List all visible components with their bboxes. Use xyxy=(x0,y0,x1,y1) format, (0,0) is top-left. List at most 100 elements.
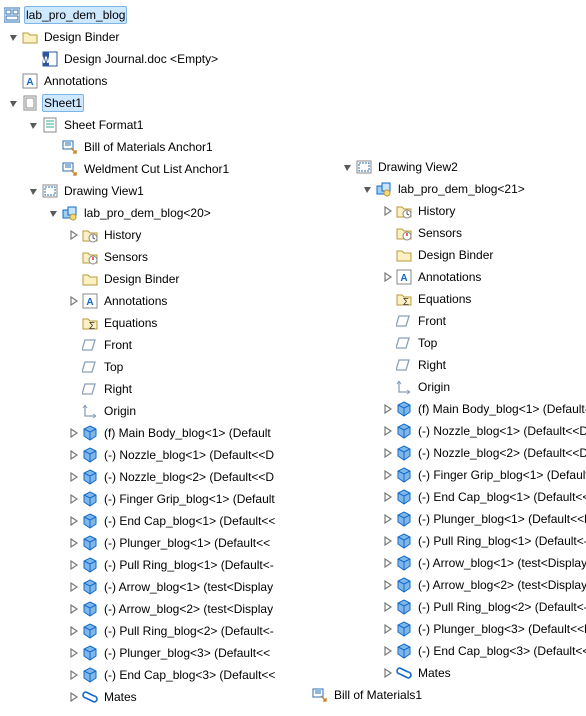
expander-icon[interactable] xyxy=(382,535,394,547)
expander-icon[interactable] xyxy=(68,427,80,439)
expander-icon[interactable] xyxy=(68,559,80,571)
folder-icon xyxy=(22,29,38,45)
assembly-node[interactable]: lab_pro_dem_blog<20> xyxy=(4,202,334,224)
part-icon xyxy=(82,557,98,573)
history-node[interactable]: History xyxy=(342,200,582,222)
part-node[interactable]: (-) Pull Ring_blog<1> (Default<- xyxy=(4,554,334,576)
top-plane-node[interactable]: Top xyxy=(4,356,334,378)
expander-icon[interactable] xyxy=(382,623,394,635)
part-node[interactable]: (-) Finger Grip_blog<1> (Default xyxy=(342,464,582,486)
expander-icon[interactable] xyxy=(382,469,394,481)
bom-node[interactable]: Bill of Materials1 xyxy=(312,684,582,706)
expander-icon[interactable] xyxy=(68,515,80,527)
expander-icon[interactable] xyxy=(382,579,394,591)
front-plane-node[interactable]: Front xyxy=(342,310,582,332)
expander-icon[interactable] xyxy=(68,691,80,703)
expander-icon[interactable] xyxy=(68,603,80,615)
bom-anchor-node[interactable]: Bill of Materials Anchor1 xyxy=(4,136,334,158)
expander-icon[interactable] xyxy=(382,205,394,217)
expander-icon[interactable] xyxy=(362,183,374,195)
sensors-node[interactable]: Sensors xyxy=(4,246,334,268)
expander-icon[interactable] xyxy=(382,447,394,459)
right-plane-node[interactable]: Right xyxy=(4,378,334,400)
expander-icon[interactable] xyxy=(8,97,20,109)
feature-tree-left[interactable]: lab_pro_dem_blog Design Binder Design Jo… xyxy=(4,4,334,708)
expander-icon[interactable] xyxy=(382,425,394,437)
expander-icon[interactable] xyxy=(68,295,80,307)
mates-node[interactable]: Mates xyxy=(342,662,582,684)
part-node[interactable]: (-) End Cap_blog<1> (Default<< xyxy=(4,510,334,532)
sensors-node[interactable]: Sensors xyxy=(342,222,582,244)
sheet-format-node[interactable]: Sheet Format1 xyxy=(4,114,334,136)
equations-node[interactable]: Equations xyxy=(342,288,582,310)
expander-icon[interactable] xyxy=(382,403,394,415)
root-node[interactable]: lab_pro_dem_blog xyxy=(4,4,334,26)
expander-icon[interactable] xyxy=(382,645,394,657)
part-node[interactable]: (-) Arrow_blog<2> (test<Display xyxy=(4,598,334,620)
front-plane-node[interactable]: Front xyxy=(4,334,334,356)
expander-icon[interactable] xyxy=(382,271,394,283)
expander-icon[interactable] xyxy=(28,119,40,131)
expander-icon[interactable] xyxy=(8,31,20,43)
expander-icon[interactable] xyxy=(382,513,394,525)
part-node[interactable]: (-) Nozzle_blog<1> (Default<<D xyxy=(4,444,334,466)
annotations-icon xyxy=(22,73,38,89)
expander-icon[interactable] xyxy=(68,581,80,593)
annotations-node-v2[interactable]: Annotations xyxy=(342,266,582,288)
design-binder-node-v1[interactable]: Design Binder xyxy=(4,268,334,290)
expander-icon[interactable] xyxy=(48,207,60,219)
feature-tree-right[interactable]: Drawing View2 lab_pro_dem_blog<21> Histo… xyxy=(342,156,582,706)
design-binder-node-v2[interactable]: Design Binder xyxy=(342,244,582,266)
part-icon xyxy=(396,533,412,549)
annotations-node[interactable]: Annotations xyxy=(4,70,334,92)
expander-icon[interactable] xyxy=(382,491,394,503)
part-node[interactable]: (f) Main Body_blog<1> (Default xyxy=(4,422,334,444)
assembly-node[interactable]: lab_pro_dem_blog<21> xyxy=(342,178,582,200)
weldment-anchor-node[interactable]: Weldment Cut List Anchor1 xyxy=(4,158,334,180)
part-node[interactable]: (-) End Cap_blog<3> (Default<< xyxy=(4,664,334,686)
part-node[interactable]: (-) Arrow_blog<1> (test<Display xyxy=(4,576,334,598)
equations-node[interactable]: Equations xyxy=(4,312,334,334)
mates-node[interactable]: Mates xyxy=(4,686,334,708)
annotations-node-v1[interactable]: Annotations xyxy=(4,290,334,312)
expander-icon[interactable] xyxy=(342,161,354,173)
expander-icon[interactable] xyxy=(68,647,80,659)
part-node[interactable]: (-) Plunger_blog<1> (Default<< xyxy=(4,532,334,554)
expander-icon[interactable] xyxy=(68,493,80,505)
expander-icon[interactable] xyxy=(68,229,80,241)
top-plane-node[interactable]: Top xyxy=(342,332,582,354)
origin-node[interactable]: Origin xyxy=(342,376,582,398)
part-node[interactable]: (-) Pull Ring_blog<1> (Default<- xyxy=(342,530,582,552)
part-node[interactable]: (-) Nozzle_blog<2> (Default<<D xyxy=(4,466,334,488)
expander-icon[interactable] xyxy=(68,471,80,483)
expander-icon[interactable] xyxy=(382,667,394,679)
part-node[interactable]: (-) Plunger_blog<3> (Default<<l xyxy=(342,618,582,640)
expander-icon[interactable] xyxy=(68,537,80,549)
part-node[interactable]: (-) Arrow_blog<1> (test<Display xyxy=(342,552,582,574)
drawing-view1-node[interactable]: Drawing View1 xyxy=(4,180,334,202)
design-binder-node[interactable]: Design Binder xyxy=(4,26,334,48)
part-node[interactable]: (-) Plunger_blog<1> (Default<<l xyxy=(342,508,582,530)
part-node[interactable]: (f) Main Body_blog<1> (Default- xyxy=(342,398,582,420)
expander-icon[interactable] xyxy=(28,185,40,197)
part-node[interactable]: (-) Nozzle_blog<2> (Default<<D xyxy=(342,442,582,464)
sheet-node[interactable]: Sheet1 xyxy=(4,92,334,114)
design-journal-node[interactable]: Design Journal.doc <Empty> xyxy=(4,48,334,70)
expander-icon[interactable] xyxy=(382,557,394,569)
expander-icon[interactable] xyxy=(68,625,80,637)
origin-node[interactable]: Origin xyxy=(4,400,334,422)
drawing-view2-node[interactable]: Drawing View2 xyxy=(342,156,582,178)
expander-icon[interactable] xyxy=(382,601,394,613)
part-node[interactable]: (-) Pull Ring_blog<2> (Default<- xyxy=(342,596,582,618)
right-plane-node[interactable]: Right xyxy=(342,354,582,376)
history-node[interactable]: History xyxy=(4,224,334,246)
part-node[interactable]: (-) End Cap_blog<1> (Default<< xyxy=(342,486,582,508)
part-node[interactable]: (-) Arrow_blog<2> (test<Display xyxy=(342,574,582,596)
part-node[interactable]: (-) Finger Grip_blog<1> (Default xyxy=(4,488,334,510)
part-node[interactable]: (-) Pull Ring_blog<2> (Default<- xyxy=(4,620,334,642)
part-node[interactable]: (-) End Cap_blog<3> (Default<< xyxy=(342,640,582,662)
part-node[interactable]: (-) Plunger_blog<3> (Default<< xyxy=(4,642,334,664)
expander-icon[interactable] xyxy=(68,669,80,681)
part-node[interactable]: (-) Nozzle_blog<1> (Default<<D xyxy=(342,420,582,442)
expander-icon[interactable] xyxy=(68,449,80,461)
